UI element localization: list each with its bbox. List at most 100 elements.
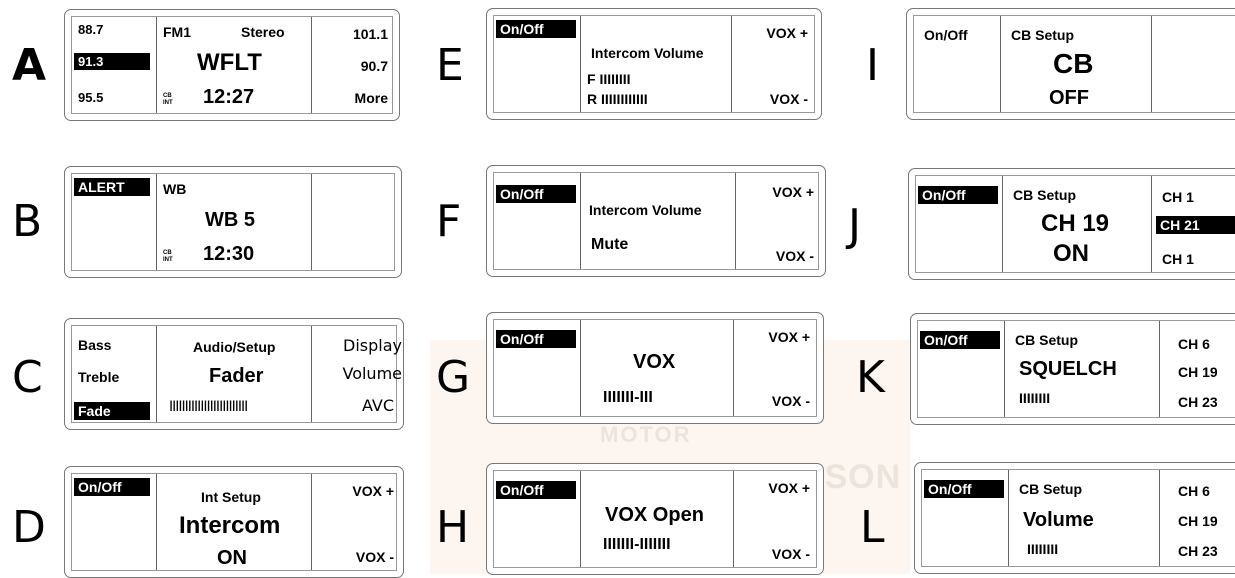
menu-title: CB Setup <box>1019 481 1082 497</box>
display-panel-g: On/Off VOX IIIIIII-III VOX + VOX - <box>486 312 824 424</box>
label-e: E <box>436 40 464 91</box>
display-panel-c: Bass Treble Fade Audio/Setup Fader IIIII… <box>64 318 404 430</box>
setting-state: ON <box>1053 240 1089 267</box>
treble-item[interactable]: Treble <box>78 370 119 384</box>
display-panel-i: On/Off CB Setup CB OFF <box>906 8 1235 120</box>
alert-button[interactable]: ALERT <box>74 178 150 196</box>
label-f: F <box>436 196 462 247</box>
channel-item-3[interactable]: CH 23 <box>1178 544 1218 558</box>
rear-volume-bar: R IIIIIIIIIIII <box>587 91 648 107</box>
volume-level-bar: IIIIIIII <box>1027 541 1059 557</box>
channel-item-3[interactable]: CH 23 <box>1178 395 1218 409</box>
setting-name: SQUELCH <box>1019 358 1117 380</box>
menu-title: Intercom Volume <box>589 202 702 218</box>
clock: 12:30 <box>203 243 255 265</box>
channel-selected-item[interactable]: CH 21 <box>1156 216 1235 234</box>
squelch-level-bar: IIIIIIII <box>1019 390 1051 406</box>
fader-bar: IIIIIIIIIIIIIIIIIIIIIIIII <box>169 399 248 415</box>
on-off-button[interactable]: On/Off <box>924 480 1004 498</box>
display-panel-k: On/Off CB Setup SQUELCH IIIIIIII CH 6 CH… <box>910 313 1235 425</box>
menu-title: CB Setup <box>1015 332 1078 348</box>
menu-title: Intercom Volume <box>591 45 704 61</box>
preset-2-selected[interactable]: 91.3 <box>74 53 150 70</box>
vox-up-button[interactable]: VOX + <box>766 26 808 40</box>
label-j: J <box>848 200 861 251</box>
label-b: B <box>12 196 43 247</box>
on-off-button[interactable]: On/Off <box>496 20 576 38</box>
vox-level-bar: IIIIIII-IIIIIII <box>603 536 671 553</box>
vox-down-button[interactable]: VOX - <box>772 547 810 561</box>
cb-int-indicator: CB INT <box>163 93 173 106</box>
vox-level-bar: IIIIIII-III <box>603 389 653 406</box>
display-panel-b: ALERT WB WB 5 CB INT 12:30 <box>64 166 402 278</box>
setting-name: Intercom <box>179 512 281 539</box>
label-i: I <box>866 40 879 91</box>
setting-state: OFF <box>1049 87 1089 109</box>
on-off-button[interactable]: On/Off <box>496 330 576 348</box>
mute-status: Mute <box>591 236 629 253</box>
vox-down-button[interactable]: VOX - <box>770 92 808 106</box>
stereo-label: Stereo <box>241 24 285 40</box>
preset-5[interactable]: 90.7 <box>361 59 388 73</box>
clock: 12:27 <box>203 86 255 108</box>
on-off-button[interactable]: On/Off <box>918 186 998 204</box>
channel-item-2[interactable]: CH 19 <box>1178 365 1218 379</box>
display-panel-d: On/Off Int Setup Intercom ON VOX + VOX - <box>64 466 404 578</box>
on-off-button[interactable]: On/Off <box>924 28 968 42</box>
setting-name: Fader <box>209 365 264 387</box>
label-l: L <box>860 502 885 553</box>
avc-item[interactable]: AVC <box>362 398 394 414</box>
vox-down-button[interactable]: VOX - <box>776 249 814 263</box>
menu-title: Audio/Setup <box>193 339 276 355</box>
on-off-button[interactable]: On/Off <box>74 478 150 496</box>
vox-open-label: VOX Open <box>605 504 704 526</box>
cb-channel: CH 19 <box>1041 210 1110 237</box>
vox-down-button[interactable]: VOX - <box>356 550 394 564</box>
setting-state: ON <box>217 547 247 569</box>
preset-3[interactable]: 95.5 <box>78 91 103 104</box>
preset-4[interactable]: 101.1 <box>353 27 388 41</box>
label-g: G <box>436 352 471 403</box>
display-panel-a: 88.7 91.3 95.5 FM1 Stereo WFLT CB INT 12… <box>64 9 400 121</box>
channel-item-1[interactable]: CH 6 <box>1178 484 1210 498</box>
menu-title: Int Setup <box>201 489 261 505</box>
volume-item[interactable]: Volume <box>342 366 402 382</box>
display-item[interactable]: Display <box>343 338 402 354</box>
fade-item-selected[interactable]: Fade <box>74 402 150 420</box>
channel-down-item[interactable]: CH 1 <box>1162 252 1194 266</box>
more-button[interactable]: More <box>355 91 388 105</box>
menu-title: CB Setup <box>1013 187 1076 203</box>
label-k: K <box>856 352 885 403</box>
bass-item[interactable]: Bass <box>78 338 111 352</box>
preset-1[interactable]: 88.7 <box>78 23 103 36</box>
band-label: FM1 <box>163 24 191 40</box>
display-panel-h: On/Off VOX Open IIIIIII-IIIIIII VOX + VO… <box>486 463 824 575</box>
vox-up-button[interactable]: VOX + <box>768 481 810 495</box>
front-volume-bar: F IIIIIIII <box>587 71 631 87</box>
label-h: H <box>436 502 470 553</box>
display-panel-e: On/Off Intercom Volume F IIIIIIII R IIII… <box>486 8 822 120</box>
vox-up-button[interactable]: VOX + <box>352 484 394 498</box>
setting-name: Volume <box>1023 509 1094 531</box>
weather-channel: WB 5 <box>205 209 255 231</box>
display-panel-j: On/Off CB Setup CH 19 ON CH 1 CH 21 CH 1 <box>908 168 1235 280</box>
setting-name: CB <box>1053 48 1094 79</box>
display-panel-f: On/Off Intercom Volume Mute VOX + VOX - <box>486 165 826 277</box>
channel-up-item[interactable]: CH 1 <box>1162 190 1194 204</box>
vox-down-button[interactable]: VOX - <box>772 394 810 408</box>
on-off-button[interactable]: On/Off <box>920 331 1000 349</box>
station-name: WFLT <box>197 49 262 76</box>
channel-item-2[interactable]: CH 19 <box>1178 514 1218 528</box>
on-off-button[interactable]: On/Off <box>496 481 576 499</box>
vox-up-button[interactable]: VOX + <box>772 185 814 199</box>
weather-band-label: WB <box>163 181 187 197</box>
channel-item-1[interactable]: CH 6 <box>1178 337 1210 351</box>
on-off-button[interactable]: On/Off <box>496 185 576 203</box>
menu-title: CB Setup <box>1011 27 1074 43</box>
cb-int-indicator: CB INT <box>163 250 173 263</box>
vox-up-button[interactable]: VOX + <box>768 330 810 344</box>
watermark-text-top: MOTOR <box>600 422 692 447</box>
menu-title: VOX <box>633 351 676 373</box>
label-c: C <box>12 352 43 403</box>
label-a: A <box>12 40 47 91</box>
